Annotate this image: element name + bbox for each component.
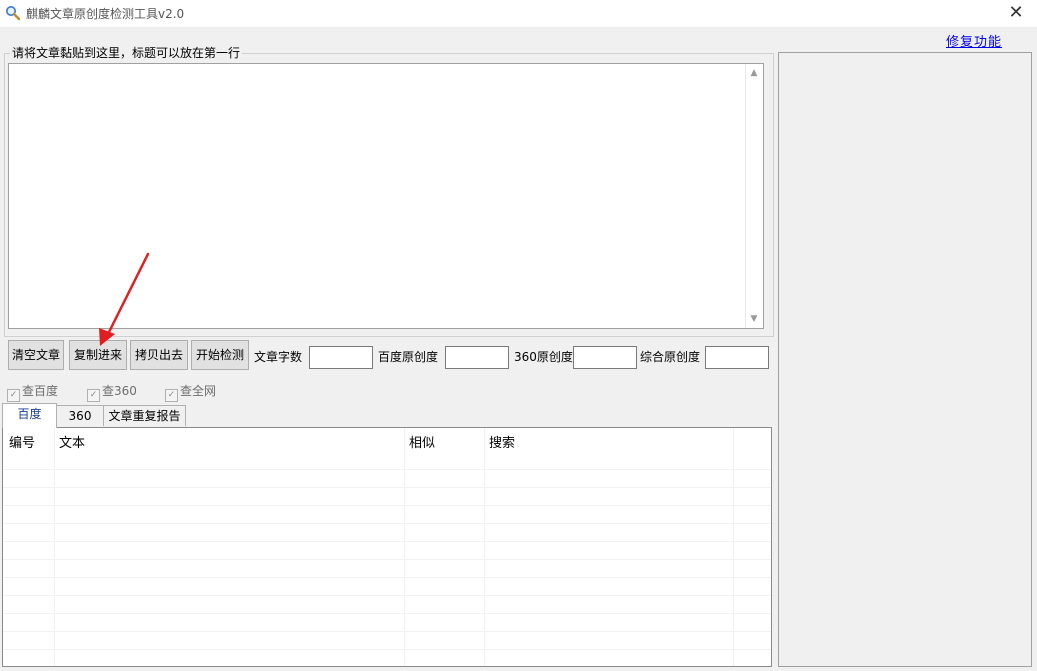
repair-link[interactable]: 修复功能 — [946, 31, 1002, 50]
scroll-up-icon[interactable]: ▲ — [749, 68, 759, 78]
scroll-down-icon[interactable]: ▼ — [749, 314, 759, 324]
row-divider — [3, 631, 771, 632]
overall-score-field[interactable] — [705, 346, 769, 369]
textarea-scrollbar[interactable]: ▲ ▼ — [745, 64, 763, 328]
word-count-label: 文章字数 — [254, 350, 303, 364]
result-panel — [778, 52, 1032, 667]
row-divider — [3, 649, 771, 650]
row-divider — [3, 487, 771, 488]
results-table[interactable]: 编号 文本 相似 搜索 — [2, 427, 772, 667]
column-header-search[interactable]: 搜索 — [489, 432, 515, 451]
red-arrow-annotation — [99, 252, 150, 346]
start-check-button[interactable]: 开始检测 — [191, 340, 249, 370]
row-divider — [3, 469, 771, 470]
column-header-similarity[interactable]: 相似 — [409, 432, 435, 451]
checkbox-check-icon[interactable]: ✓ — [7, 389, 20, 402]
title-bar: 麒麟文章原创度检测工具v2.0 ✕ — [0, 0, 1037, 27]
row-divider — [3, 541, 771, 542]
overall-score-label: 综合原创度 — [640, 350, 701, 364]
row-divider — [3, 595, 771, 596]
column-header-id[interactable]: 编号 — [9, 432, 35, 451]
row-divider — [3, 523, 771, 524]
tab-duplicate-report[interactable]: 文章重复报告 — [103, 405, 186, 426]
row-divider — [3, 559, 771, 560]
tab-360[interactable]: 360 — [56, 405, 104, 426]
column-header-text[interactable]: 文本 — [59, 432, 85, 451]
check-360[interactable]: ✓ 查360 — [87, 382, 137, 402]
check-baidu[interactable]: ✓ 查百度 — [7, 382, 58, 402]
tab-baidu[interactable]: 百度 — [2, 403, 57, 428]
article-group-label: 请将文章黏贴到这里，标题可以放在第一行 — [10, 44, 243, 61]
checkbox-check-icon[interactable]: ✓ — [87, 389, 100, 402]
row-divider — [3, 577, 771, 578]
clear-article-button[interactable]: 清空文章 — [8, 340, 64, 370]
word-count-field[interactable] — [309, 346, 373, 369]
row-divider — [3, 505, 771, 506]
s360-score-label: 360原创度 — [514, 350, 573, 364]
s360-score-field[interactable] — [573, 346, 637, 369]
baidu-score-field[interactable] — [445, 346, 509, 369]
check-whole-web[interactable]: ✓ 查全网 — [165, 382, 216, 402]
row-divider — [3, 613, 771, 614]
window-title: 麒麟文章原创度检测工具v2.0 — [26, 7, 185, 21]
close-button[interactable]: ✕ — [1005, 2, 1027, 24]
baidu-score-label: 百度原创度 — [378, 350, 439, 364]
magnifier-icon — [6, 6, 21, 21]
checkbox-check-icon[interactable]: ✓ — [165, 389, 178, 402]
